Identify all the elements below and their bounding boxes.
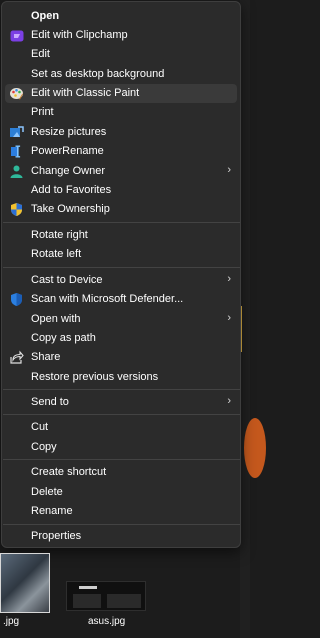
shield-icon	[9, 202, 24, 217]
menu-separator	[3, 267, 240, 268]
menu-item-label: Open with	[31, 313, 81, 325]
menu-item-label: Edit with Classic Paint	[31, 87, 140, 99]
menu-separator	[3, 459, 240, 460]
menu-item-take-ownership[interactable]: Take Ownership	[5, 200, 237, 219]
menu-item-label: Print	[31, 106, 54, 118]
thumbnail-panel	[73, 594, 101, 608]
menu-item-cast-to-device[interactable]: Cast to Device ›	[5, 271, 237, 290]
menu-item-label: Send to	[31, 396, 69, 408]
menu-item-cut[interactable]: Cut	[5, 418, 237, 437]
resize-pictures-icon	[9, 125, 24, 140]
menu-item-label: Rotate right	[31, 229, 88, 241]
powerrename-icon	[9, 144, 24, 159]
menu-item-send-to[interactable]: Send to ›	[5, 393, 237, 412]
menu-item-open-with[interactable]: Open with ›	[5, 310, 237, 329]
menu-item-label: Copy as path	[31, 332, 96, 344]
menu-separator	[3, 414, 240, 415]
menu-item-label: PowerRename	[31, 145, 104, 157]
menu-item-copy-as-path[interactable]: Copy as path	[5, 329, 237, 348]
paint-palette-icon	[9, 86, 24, 101]
menu-item-label: Rename	[31, 505, 73, 517]
menu-item-label: Restore previous versions	[31, 371, 159, 383]
menu-item-label: Resize pictures	[31, 126, 107, 138]
menu-item-label: Scan with Microsoft Defender...	[31, 293, 184, 305]
menu-item-share[interactable]: Share	[5, 348, 237, 367]
background-orange-element	[244, 418, 266, 478]
menu-item-properties[interactable]: Properties	[5, 527, 237, 546]
menu-item-create-shortcut[interactable]: Create shortcut	[5, 463, 237, 482]
menu-item-rotate-right[interactable]: Rotate right	[5, 226, 237, 245]
menu-item-label: Copy	[31, 441, 57, 453]
menu-item-edit[interactable]: Edit	[5, 45, 237, 64]
file-thumbnail-left[interactable]	[0, 553, 50, 613]
menu-item-label: Open	[31, 10, 60, 22]
menu-item-label: Set as desktop background	[31, 68, 165, 80]
thumbnail-panel	[107, 594, 141, 608]
menu-item-label: Cast to Device	[31, 274, 103, 286]
menu-separator	[3, 524, 240, 525]
menu-item-label: Delete	[31, 486, 63, 498]
menu-item-delete[interactable]: Delete	[5, 483, 237, 502]
menu-item-rename[interactable]: Rename	[5, 502, 237, 521]
menu-item-print[interactable]: Print	[5, 103, 237, 122]
menu-item-label: Properties	[31, 530, 82, 542]
menu-item-add-to-favorites[interactable]: Add to Favorites	[5, 181, 237, 200]
context-menu: Open Edit with Clipchamp Edit Set as des…	[1, 1, 241, 548]
menu-item-edit-with-clipchamp[interactable]: Edit with Clipchamp	[5, 26, 237, 45]
menu-item-edit-with-classic-paint[interactable]: Edit with Classic Paint	[5, 84, 237, 103]
menu-item-label: Share	[31, 351, 61, 363]
defender-shield-icon	[9, 292, 24, 307]
thumbnail-title-bar	[79, 586, 97, 589]
chevron-right-icon: ›	[227, 273, 231, 285]
menu-item-label: Create shortcut	[31, 466, 107, 478]
menu-item-scan-with-defender[interactable]: Scan with Microsoft Defender...	[5, 290, 237, 309]
menu-item-label: Take Ownership	[31, 203, 110, 215]
menu-item-resize-pictures[interactable]: Resize pictures	[5, 123, 237, 142]
file-name-left[interactable]: .jpg	[3, 616, 19, 627]
share-icon	[9, 350, 24, 365]
file-name-asus[interactable]: asus.jpg	[88, 616, 125, 627]
chevron-right-icon: ›	[227, 395, 231, 407]
clipchamp-icon	[9, 28, 24, 43]
menu-item-label: Edit	[31, 48, 50, 60]
menu-item-label: Add to Favorites	[31, 184, 112, 196]
menu-item-label: Edit with Clipchamp	[31, 29, 128, 41]
chevron-right-icon: ›	[227, 312, 231, 324]
file-thumbnail-asus[interactable]	[66, 581, 146, 611]
menu-separator	[3, 222, 240, 223]
menu-item-restore-previous-versions[interactable]: Restore previous versions	[5, 368, 237, 387]
menu-item-label: Rotate left	[31, 248, 82, 260]
menu-item-powerrename[interactable]: PowerRename	[5, 142, 237, 161]
menu-item-change-owner[interactable]: Change Owner ›	[5, 162, 237, 181]
menu-item-copy[interactable]: Copy	[5, 438, 237, 457]
menu-item-rotate-left[interactable]: Rotate left	[5, 245, 237, 264]
menu-item-label: Change Owner	[31, 165, 105, 177]
menu-item-set-as-desktop-background[interactable]: Set as desktop background	[5, 65, 237, 84]
menu-item-open[interactable]: Open	[5, 7, 237, 26]
menu-separator	[3, 389, 240, 390]
menu-item-label: Cut	[31, 421, 49, 433]
user-icon	[9, 164, 24, 179]
chevron-right-icon: ›	[227, 164, 231, 176]
